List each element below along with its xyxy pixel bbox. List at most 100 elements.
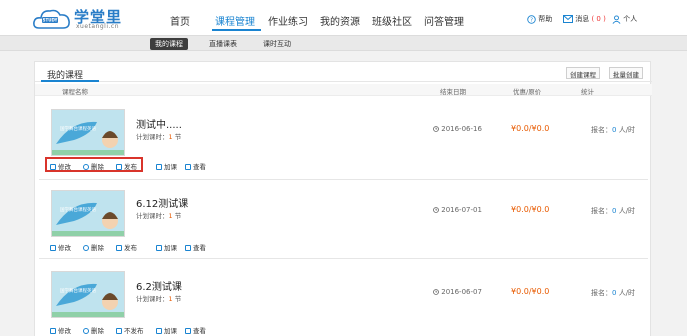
enrollment-stats: 报名：0 人/时 <box>591 206 635 216</box>
delete-button[interactable]: 删除 <box>83 325 104 335</box>
planned-lessons-count: 1 <box>168 212 173 220</box>
enrollment-label: 报名： <box>591 207 612 215</box>
publish-button[interactable]: 发布 <box>116 161 137 171</box>
planned-lessons-unit: 节 <box>174 212 182 220</box>
view-icon <box>185 245 191 251</box>
trash-icon <box>83 328 89 334</box>
view-button[interactable]: 查看 <box>185 161 206 171</box>
create-course-button[interactable]: 创建课程 <box>566 67 600 79</box>
table-row: 国学舞台课程英语 6.12测试课 计划课时：1 节 2016-07-01 ¥0.… <box>35 183 652 267</box>
cover-caption: 国学舞台课程英语 <box>60 206 96 213</box>
nav-home[interactable]: 首页 <box>170 13 190 28</box>
edit-label: 修改 <box>58 244 71 252</box>
delete-label: 删除 <box>91 163 104 171</box>
tab-my-courses[interactable]: 我的课程 <box>150 38 188 50</box>
sub-nav: 我的课程 直播课表 课时互动 <box>0 35 687 51</box>
tab-live-schedule[interactable]: 直播课表 <box>204 38 242 50</box>
table-row: 国学舞台课程英语 测试中..... 计划课时：1 节 2016-06-16 ¥0… <box>35 100 652 184</box>
nav-course-management[interactable]: 课程管理 <box>215 13 255 28</box>
table-header: 课程名称 结束日期 优惠/原价 统计 <box>35 84 652 96</box>
publish-button[interactable]: 发布 <box>116 242 137 252</box>
envelope-icon <box>563 15 573 23</box>
view-icon <box>185 164 191 170</box>
clock-icon <box>433 289 439 295</box>
unpublish-label: 不发布 <box>124 327 144 335</box>
course-name[interactable]: 6.12测试课 <box>136 195 188 210</box>
tab-lesson-interaction[interactable]: 课时互动 <box>258 38 296 50</box>
course-thumbnail[interactable]: 国学舞台课程英语 <box>51 190 125 237</box>
nav-qa-management[interactable]: 问答管理 <box>424 13 464 28</box>
clock-icon <box>433 126 439 132</box>
edit-icon <box>50 328 56 334</box>
trash-icon <box>83 245 89 251</box>
cover-caption: 国学舞台课程英语 <box>60 125 96 132</box>
delete-label: 删除 <box>91 244 104 252</box>
planned-lessons-count: 1 <box>168 295 173 303</box>
help-link[interactable]: ? 帮助 <box>527 14 552 24</box>
publish-label: 发布 <box>124 163 137 171</box>
add-lesson-button[interactable]: 加课 <box>156 325 177 335</box>
svg-text:?: ? <box>530 17 533 23</box>
nav-resources[interactable]: 我的资源 <box>320 13 360 28</box>
course-price: ¥0.0/¥0.0 <box>511 124 550 133</box>
edit-label: 修改 <box>58 327 71 335</box>
end-date: 2016-07-01 <box>433 206 482 214</box>
messages-link[interactable]: 消息 ( 0 ) <box>563 14 606 24</box>
add-lesson-icon <box>156 164 162 170</box>
course-thumbnail[interactable]: 国学舞台课程英语 <box>51 271 125 318</box>
logo-badge-text: STUDY <box>43 18 58 23</box>
edit-button[interactable]: 修改 <box>50 325 71 335</box>
row-divider <box>39 179 648 180</box>
enrollment-label: 报名： <box>591 126 612 134</box>
planned-lessons: 计划课时：1 节 <box>136 131 181 141</box>
logo[interactable]: STUDY 学堂里 xuetangli.cn <box>33 6 153 32</box>
view-button[interactable]: 查看 <box>185 242 206 252</box>
profile-label: 个人 <box>623 15 638 23</box>
logo-subtitle: xuetangli.cn <box>76 23 120 30</box>
publish-icon <box>116 164 122 170</box>
course-name[interactable]: 6.2测试课 <box>136 278 182 293</box>
add-lesson-label: 加课 <box>164 163 177 171</box>
unpublish-button[interactable]: 不发布 <box>116 325 144 335</box>
unpublish-icon <box>116 328 122 334</box>
help-icon: ? <box>527 14 536 24</box>
messages-label: 消息 <box>575 15 590 23</box>
nav-class-community[interactable]: 班级社区 <box>372 13 412 28</box>
edit-button[interactable]: 修改 <box>50 161 71 171</box>
view-icon <box>185 328 191 334</box>
enrollment-count: 0 <box>612 289 617 297</box>
planned-lessons-label: 计划课时： <box>136 295 169 303</box>
profile-link[interactable]: 个人 <box>612 14 637 24</box>
edit-button[interactable]: 修改 <box>50 242 71 252</box>
view-button[interactable]: 查看 <box>185 325 206 335</box>
clock-icon <box>433 207 439 213</box>
planned-lessons-count: 1 <box>168 133 173 141</box>
add-lesson-label: 加课 <box>164 244 177 252</box>
enrollment-label: 报名： <box>591 289 612 297</box>
table-row: 国学舞台课程英语 6.2测试课 计划课时：1 节 2016-06-07 ¥0.0… <box>35 262 652 336</box>
row-divider <box>39 258 648 259</box>
view-label: 查看 <box>193 163 206 171</box>
panel-divider <box>35 81 652 82</box>
course-name[interactable]: 测试中..... <box>136 116 182 131</box>
course-price: ¥0.0/¥0.0 <box>511 205 550 214</box>
planned-lessons-label: 计划课时： <box>136 133 169 141</box>
add-lesson-button[interactable]: 加课 <box>156 161 177 171</box>
help-label: 帮助 <box>538 15 553 23</box>
course-cover-image: 国学舞台课程英语 <box>52 191 124 236</box>
add-lesson-icon <box>156 328 162 334</box>
course-thumbnail[interactable]: 国学舞台课程英语 <box>51 109 125 156</box>
batch-create-button[interactable]: 批量创建 <box>609 67 643 79</box>
add-lesson-button[interactable]: 加课 <box>156 242 177 252</box>
add-lesson-icon <box>156 245 162 251</box>
nav-homework[interactable]: 作业练习 <box>268 13 308 28</box>
top-header: STUDY 学堂里 xuetangli.cn 首页 课程管理 作业练习 我的资源… <box>0 0 687 35</box>
view-label: 查看 <box>193 327 206 335</box>
enrollment-count: 0 <box>612 207 617 215</box>
planned-lessons-label: 计划课时： <box>136 212 169 220</box>
delete-button[interactable]: 删除 <box>83 242 104 252</box>
nav-active-underline <box>212 29 261 31</box>
delete-button[interactable]: 删除 <box>83 161 104 171</box>
view-label: 查看 <box>193 244 206 252</box>
publish-icon <box>116 245 122 251</box>
